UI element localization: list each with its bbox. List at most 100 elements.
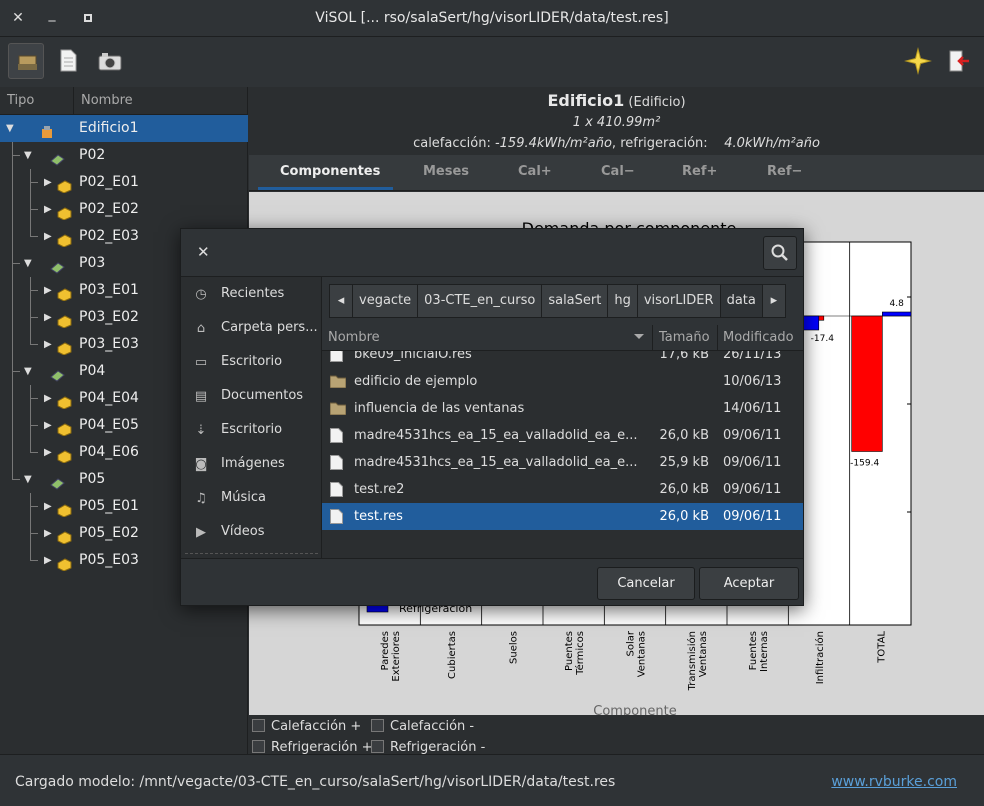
place-label: Documentos [221,388,304,403]
tab-ref-minus[interactable]: Ref− [767,164,802,179]
expander-closed-icon[interactable]: ▶ [44,439,52,466]
cancel-button[interactable]: Cancelar [597,567,695,600]
tree-row[interactable]: ▼ P02 [0,142,248,169]
x-tick-label-line: Térmicos [574,631,586,676]
file-name: edificio de ejemplo [354,374,478,389]
space-icon [57,338,72,356]
place-label: Recientes [221,286,285,301]
expander-open-icon[interactable]: ▼ [24,466,32,493]
place-item[interactable]: ◷ Recientes [181,278,322,312]
file-row[interactable]: influencia de las ventanas 14/06/11 [322,395,803,422]
expander-closed-icon[interactable]: ▶ [44,520,52,547]
search-icon [771,244,788,261]
dialog-close-icon[interactable]: ✕ [197,243,210,261]
place-item[interactable]: ◙ Imágenes [181,448,322,482]
tab-ref-plus[interactable]: Ref+ [682,164,717,179]
column-size[interactable]: Tamaño [659,330,710,345]
expander-open-icon[interactable]: ▼ [24,142,32,169]
data-label: -17.4 [811,334,835,344]
file-row[interactable]: edificio de ejemplo 10/06/13 [322,368,803,395]
filter-cal-minus[interactable]: Calefacción - [371,719,474,738]
tree-label-space: P03_E01 [79,282,139,298]
tab-componentes[interactable]: Componentes [280,164,380,179]
file-icon [330,428,343,443]
screenshot-button[interactable] [92,43,128,79]
filter-cal-plus[interactable]: Calefacción + [252,719,361,738]
expander-closed-icon[interactable]: ▶ [44,304,52,331]
folder-open-icon [18,55,37,70]
expander-closed-icon[interactable]: ▶ [44,277,52,304]
expander-closed-icon[interactable]: ▶ [44,412,52,439]
download-icon: ⇣ [195,423,207,438]
space-icon [57,230,72,248]
file-modified: 09/06/11 [723,428,782,443]
place-item[interactable]: ▶ Vídeos [181,516,322,550]
tree-label-floor: P04 [79,363,106,379]
floor-icon [50,365,65,382]
column-nombre[interactable]: Nombre [74,87,247,114]
expander-closed-icon[interactable]: ▶ [44,196,52,223]
column-tipo[interactable]: Tipo [0,87,74,114]
open-button[interactable] [8,43,44,79]
expander-closed-icon[interactable]: ▶ [44,547,52,574]
status-text: Cargado modelo: /mnt/vegacte/03-CTE_en_c… [15,774,616,790]
expander-closed-icon[interactable]: ▶ [44,493,52,520]
file-name: madre4531hcs_ea_15_ea_valladolid_ea_e... [354,428,638,443]
path-crumb[interactable]: data [719,284,763,318]
x-axis-label: Componente [593,704,676,715]
x-tick-label: Puentes Térmicos [564,631,586,676]
sort-arrow-icon [634,334,644,339]
tree-label-space: P04_E05 [79,417,139,433]
search-button[interactable] [763,236,797,270]
expander-closed-icon[interactable]: ▶ [44,385,52,412]
expander-closed-icon[interactable]: ▶ [44,223,52,250]
x-tick-label: Transmisión Ventanas [686,631,709,691]
filter-ref-plus-label: Refrigeración + [271,740,373,755]
place-item[interactable]: ⌂ Carpeta pers... [181,312,322,346]
expander-closed-icon[interactable]: ▶ [44,169,52,196]
path-crumb[interactable]: hg [607,284,638,318]
path-crumb[interactable]: vegacte [352,284,419,318]
exit-button[interactable] [940,43,976,79]
file-row[interactable]: test.re2 26,0 kB 09/06/11 [322,476,803,503]
expander-open-icon[interactable]: ▼ [24,250,32,277]
file-modified: 10/06/13 [723,374,782,389]
path-crumb[interactable]: visorLIDER [636,284,721,318]
file-list-header: Nombre Tamaño Modificado [322,325,803,351]
file-row[interactable]: test.res 26,0 kB 09/06/11 [322,503,803,530]
tab-meses[interactable]: Meses [423,164,469,179]
building-name: Edificio1 [547,91,625,110]
place-item[interactable]: ♫ Música [181,482,322,516]
path-crumb[interactable]: 03-CTE_en_curso [417,284,543,318]
file-row[interactable]: madre4531hcs_ea_15_ea_valladolid_ea_e...… [322,422,803,449]
path-back-icon[interactable]: ◂ [329,284,353,318]
tab-cal-plus[interactable]: Cal+ [518,164,552,179]
accept-button[interactable]: Aceptar [699,567,799,600]
path-crumb[interactable]: salaSert [541,284,609,318]
expander-open-icon[interactable]: ▼ [6,115,14,142]
expander-closed-icon[interactable]: ▶ [44,331,52,358]
tree-label-space: P02_E02 [79,201,139,217]
file-row[interactable]: madre4531hcs_ea_15_ea_valladolid_ea_e...… [322,449,803,476]
column-modified[interactable]: Modificado [723,330,794,345]
place-item[interactable]: ⇣ Escritorio [181,414,322,448]
camera-icon [98,53,122,71]
file-name: test.re2 [354,482,405,497]
new-button[interactable] [50,43,86,79]
tab-cal-minus[interactable]: Cal− [601,164,635,179]
column-divider [652,325,653,351]
space-icon [57,284,72,302]
tree-row[interactable]: ▶ P02_E02 [0,196,248,223]
refrig-value: 4.0kWh/m²año [724,136,820,151]
place-item[interactable]: ▭ Escritorio [181,346,322,380]
website-link[interactable]: www.rvburke.com [831,774,957,790]
path-forward-icon[interactable]: ▸ [761,284,786,318]
star-button[interactable] [900,43,936,79]
expander-open-icon[interactable]: ▼ [24,358,32,385]
column-divider [717,325,718,351]
tree-row[interactable]: ▶ P02_E01 [0,169,248,196]
place-item[interactable]: ▤ Documentos [181,380,322,414]
column-name[interactable]: Nombre [328,330,380,345]
dialog-buttons: Cancelar Aceptar [181,558,803,605]
tree-row[interactable]: ▼ Edificio1 [0,115,248,142]
